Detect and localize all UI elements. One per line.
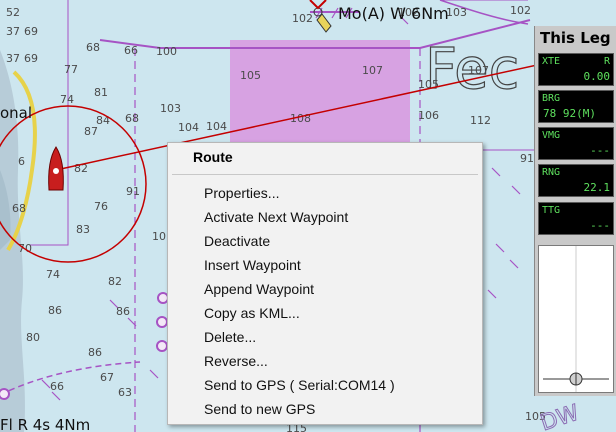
svg-text:69: 69 [24, 52, 38, 65]
svg-text:68: 68 [125, 112, 139, 125]
xte-label: XTE [542, 56, 561, 67]
svg-text:69: 69 [24, 25, 38, 38]
svg-text:81: 81 [94, 86, 108, 99]
svg-text:74: 74 [60, 93, 74, 106]
light-characteristic-label: Mo(A) W 6Nm [338, 4, 449, 23]
svg-text:102: 102 [510, 4, 531, 17]
menu-title: Route [193, 149, 233, 165]
svg-text:82: 82 [108, 275, 122, 288]
instrument-vmg: VMG --- [538, 127, 614, 160]
brg-label: BRG [542, 93, 561, 104]
menu-item-copy-as-kml[interactable]: Copy as KML... [168, 301, 482, 325]
svg-text:103: 103 [446, 6, 467, 19]
svg-text:76: 76 [94, 200, 108, 213]
svg-text:102: 102 [292, 12, 313, 25]
svg-text:66: 66 [124, 44, 138, 57]
dashboard-title: This Leg [540, 29, 611, 47]
svg-text:86: 86 [88, 346, 102, 359]
svg-text:37: 37 [6, 25, 20, 38]
svg-text:66: 66 [50, 380, 64, 393]
svg-text:83: 83 [76, 223, 90, 236]
svg-text:86: 86 [48, 304, 62, 317]
menu-item-append-waypoint[interactable]: Append Waypoint [168, 277, 482, 301]
svg-text:37: 37 [6, 52, 20, 65]
svg-text:80: 80 [26, 331, 40, 344]
svg-text:112: 112 [470, 114, 491, 127]
svg-text:104: 104 [206, 120, 227, 133]
svg-text:68: 68 [12, 202, 26, 215]
svg-text:68: 68 [86, 41, 100, 54]
rng-label: RNG [542, 167, 561, 178]
instrument-ttg: TTG --- [538, 202, 614, 235]
menu-item-send-to-gps[interactable]: Send to GPS ( Serial:COM14 ) [168, 373, 482, 397]
svg-text:91: 91 [520, 152, 534, 165]
menu-item-reverse[interactable]: Reverse... [168, 349, 482, 373]
menu-item-deactivate[interactable]: Deactivate [168, 229, 482, 253]
svg-text:6: 6 [18, 155, 25, 168]
svg-text:106: 106 [418, 109, 439, 122]
svg-text:67: 67 [100, 371, 114, 384]
svg-text:77: 77 [64, 63, 78, 76]
svg-text:107: 107 [362, 64, 383, 77]
ttg-value: --- [590, 219, 610, 232]
place-name-label: onal [0, 104, 32, 122]
svg-text:52: 52 [6, 6, 20, 19]
svg-text:100: 100 [156, 45, 177, 58]
svg-text:86: 86 [116, 305, 130, 318]
xte-unit: R [603, 56, 610, 67]
svg-text:103: 103 [160, 102, 181, 115]
rng-value: 22.1 [583, 181, 611, 194]
vmg-value: --- [590, 144, 610, 157]
brg-value: 78 92(M) [543, 107, 596, 120]
svg-text:74: 74 [46, 268, 60, 281]
instrument-rng: RNG 22.1 [538, 164, 614, 197]
svg-text:104: 104 [178, 121, 199, 134]
dashboard-panel: This Leg XTE R 0.00 BRG 78 92(M) VMG ---… [534, 26, 616, 396]
menu-separator [172, 174, 478, 175]
xte-value: 0.00 [583, 70, 611, 83]
light-characteristic-label-bottom: Fl R 4s 4Nm [0, 416, 90, 432]
menu-item-delete[interactable]: Delete... [168, 325, 482, 349]
menu-item-send-to-new-gps[interactable]: Send to new GPS [168, 397, 482, 421]
route-context-menu: Route Properties... Activate Next Waypoi… [167, 142, 483, 425]
svg-text:87: 87 [84, 125, 98, 138]
svg-text:63: 63 [118, 386, 132, 399]
svg-text:107: 107 [468, 64, 489, 77]
svg-text:84: 84 [96, 114, 110, 127]
ttg-label: TTG [542, 205, 561, 216]
menu-item-insert-waypoint[interactable]: Insert Waypoint [168, 253, 482, 277]
xte-graph [538, 245, 614, 393]
vmg-label: VMG [542, 130, 561, 141]
menu-item-activate-next-waypoint[interactable]: Activate Next Waypoint [168, 205, 482, 229]
instrument-xte: XTE R 0.00 [538, 53, 614, 86]
instrument-brg: BRG 78 92(M) [538, 90, 614, 123]
svg-text:105: 105 [240, 69, 261, 82]
menu-items: Properties... Activate Next Waypoint Dea… [168, 181, 482, 421]
svg-text:91: 91 [126, 185, 140, 198]
menu-item-properties[interactable]: Properties... [168, 181, 482, 205]
